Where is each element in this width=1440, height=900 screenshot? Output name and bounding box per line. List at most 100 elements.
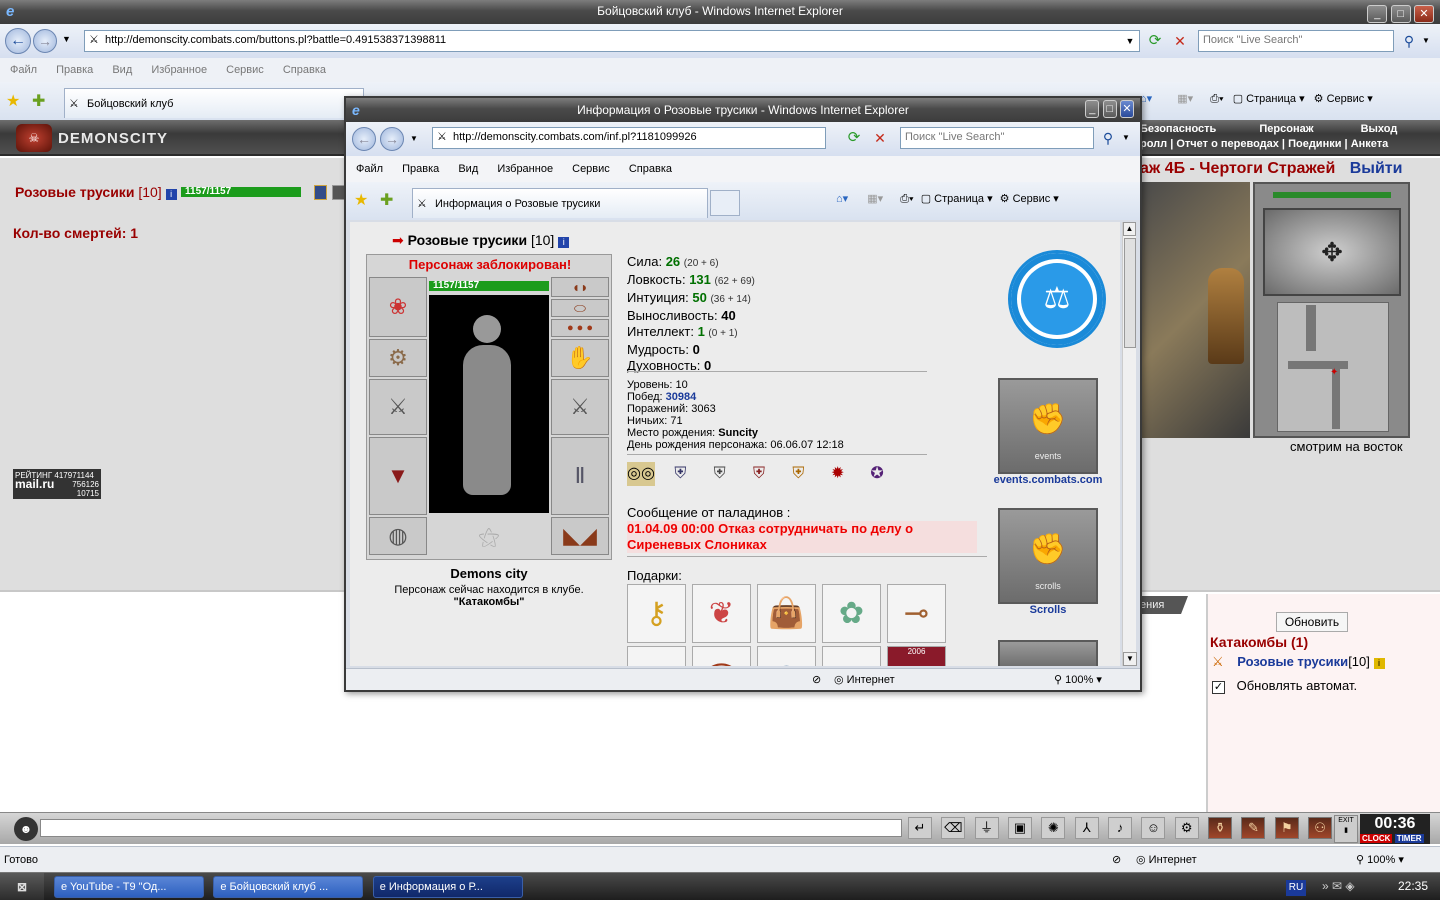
popup-minimize-button[interactable]: _ [1085,100,1100,118]
popup-page-menu[interactable]: ▢ Страница ▾ [921,193,993,205]
popup-menu-tools[interactable]: Сервис [572,163,610,175]
weapon-right-slot[interactable]: ⚔ [551,379,609,435]
gift-7[interactable]: ⌒ [692,646,751,666]
page-menu[interactable]: ▢ Страница ▾ [1233,93,1305,105]
print-icon[interactable]: ⎙▾ [1210,93,1223,105]
popup-tab[interactable]: ⚔ Информация о Розовые трусики [412,188,708,218]
gift-wings[interactable]: ❦ [692,584,751,643]
popup-favorites-icon[interactable]: ★ [354,190,368,210]
magic-badge-icon[interactable]: ✪ [863,462,891,486]
popup-menu-favorites[interactable]: Избранное [497,163,553,175]
main-tab[interactable]: ⚔ Бойцовский клуб [64,88,364,118]
exit-link[interactable]: Выйти [1350,160,1403,177]
rings-slot[interactable]: ● ● ● [551,319,609,337]
popup-print-icon[interactable]: ⎙▾ [900,193,913,205]
eraser-icon[interactable]: ⌫ [941,817,966,839]
scroll-thumb[interactable] [1124,238,1136,348]
tools-menu[interactable]: ⚙ Сервис ▾ [1314,93,1373,105]
close-button[interactable]: ✕ [1414,5,1434,23]
info-wins-value[interactable]: 30984 [666,391,697,403]
menu-view[interactable]: Вид [112,64,132,76]
gift-key[interactable]: ⚷ [627,584,686,643]
settings-icon[interactable]: ⚙ [1174,817,1199,839]
scrolls-link[interactable]: Scrolls [988,604,1108,616]
smiley-icon[interactable]: ☺ [1141,817,1166,839]
send-icon[interactable]: ↵ [908,817,932,839]
popup-new-tab[interactable] [710,190,740,216]
nav-character[interactable]: Персонаж [1259,123,1313,135]
gift-calendar[interactable]: 2006 [887,646,946,666]
popup-maximize-button[interactable]: □ [1102,100,1117,118]
clan-badge-3-icon[interactable]: ⛨ [745,462,773,486]
popup-menu-file[interactable]: Файл [356,163,383,175]
nav-scroll[interactable]: ролл [1140,138,1167,150]
inventory-icon[interactable]: ⚱ [1208,817,1233,839]
maximize-button[interactable]: □ [1390,5,1411,23]
chat-input[interactable] [40,819,902,837]
weapon-left-slot[interactable]: ⚔ [369,379,427,435]
task-youtube[interactable]: e YouTube - T9 "Од... [54,876,204,898]
gift-rolling-pin[interactable]: ⊸ [887,584,946,643]
friends-icon[interactable]: ⚇ [1308,817,1333,839]
autorefresh-checkbox[interactable]: ✓ [1212,681,1225,694]
back-button[interactable]: ← [5,28,31,54]
favorites-star-icon[interactable]: ★ [6,91,20,111]
menu-help[interactable]: Справка [283,64,326,76]
refresh-room-button[interactable]: Обновить [1276,612,1348,632]
helmet-slot[interactable]: ❀ [369,277,427,337]
room-player-name[interactable]: Розовые трусики [1237,654,1348,669]
order-badge-icon[interactable]: ✹ [824,462,852,486]
scroll-up-arrow[interactable]: ▲ [1123,222,1136,236]
menu-tools[interactable]: Сервис [226,64,264,76]
start-button[interactable]: ⊠ [0,873,44,900]
popup-stop-icon[interactable]: ✕ [870,127,890,149]
bracer-slot[interactable]: ⚙ [369,339,427,377]
earrings-slot[interactable]: ◖◗ [551,277,609,297]
chat-avatar-icon[interactable]: ☻ [14,817,38,841]
forward-button[interactable]: → [33,29,57,53]
clan-badge-4-icon[interactable]: ⛨ [784,462,812,486]
popup-search-icon[interactable]: ⚲ [1098,127,1118,149]
belt-slot[interactable]: ◍ [369,517,427,555]
popup-refresh-icon[interactable]: ⟳ [844,127,864,149]
feeds-icon[interactable]: ▦▾ [1177,93,1193,105]
gift-bouquet[interactable]: ✿ [822,584,881,643]
task-combats[interactable]: e Бойцовский клуб ... [213,876,364,898]
leggings-slot[interactable]: Ⅱ [551,437,609,515]
menu-edit[interactable]: Правка [56,64,93,76]
exit-game-button[interactable]: EXIT ▮ [1334,815,1358,843]
popup-search-options-icon[interactable]: ▼ [1122,133,1130,142]
translit-icon[interactable]: ⅄ [1074,817,1099,839]
popup-tools-menu[interactable]: ⚙ Сервис ▾ [1000,193,1059,205]
events-banner[interactable]: ✊ events [998,378,1098,474]
history-dropdown-icon[interactable]: ▼ [62,34,71,44]
room-info-icon[interactable]: i [1373,658,1385,669]
gloves-slot[interactable]: ✋ [551,339,609,377]
third-banner[interactable] [998,640,1098,666]
quest-icon[interactable]: ✎ [1241,817,1266,839]
popup-zoom[interactable]: ⚲ 100% ▾ [1054,669,1102,691]
gift-9[interactable]: ▲ [822,646,881,666]
task-info[interactable]: e Информация о Р... [372,876,523,898]
refresh-icon[interactable]: ⟳ [1145,30,1165,52]
popup-feeds-icon[interactable]: ▦▾ [867,193,883,205]
char-info-icon[interactable]: i [558,237,570,248]
popup-scrollbar[interactable]: ▲ ▼ [1122,222,1137,666]
clan-badge-2-icon[interactable]: ⛨ [706,462,734,486]
scroll-down-arrow[interactable]: ▼ [1123,652,1137,666]
sound-icon[interactable]: ♪ [1108,817,1133,839]
main-search-input[interactable]: Поиск "Live Search" [1198,30,1394,52]
popup-menu-help[interactable]: Справка [629,163,672,175]
stop-icon[interactable]: ✕ [1170,30,1190,52]
gift-8[interactable]: ◉ [757,646,816,666]
compass-icon[interactable]: ✥ [1263,208,1401,296]
nav-profile[interactable]: Анкета [1351,138,1389,150]
address-dropdown-icon[interactable]: ▼ [1122,31,1138,51]
nav-security[interactable]: Безопасность [1140,123,1216,135]
popup-address-bar[interactable]: ⚔ http://demonscity.combats.com/inf.pl?1… [432,127,826,149]
popup-forward-button[interactable]: → [380,127,404,151]
popup-history-icon[interactable]: ▼ [410,134,418,143]
boots-slot[interactable]: ◣◢ [551,517,609,555]
main-address-bar[interactable]: ⚔ http://demonscity.combats.com/buttons.… [84,30,1140,52]
popup-menu-view[interactable]: Вид [458,163,478,175]
